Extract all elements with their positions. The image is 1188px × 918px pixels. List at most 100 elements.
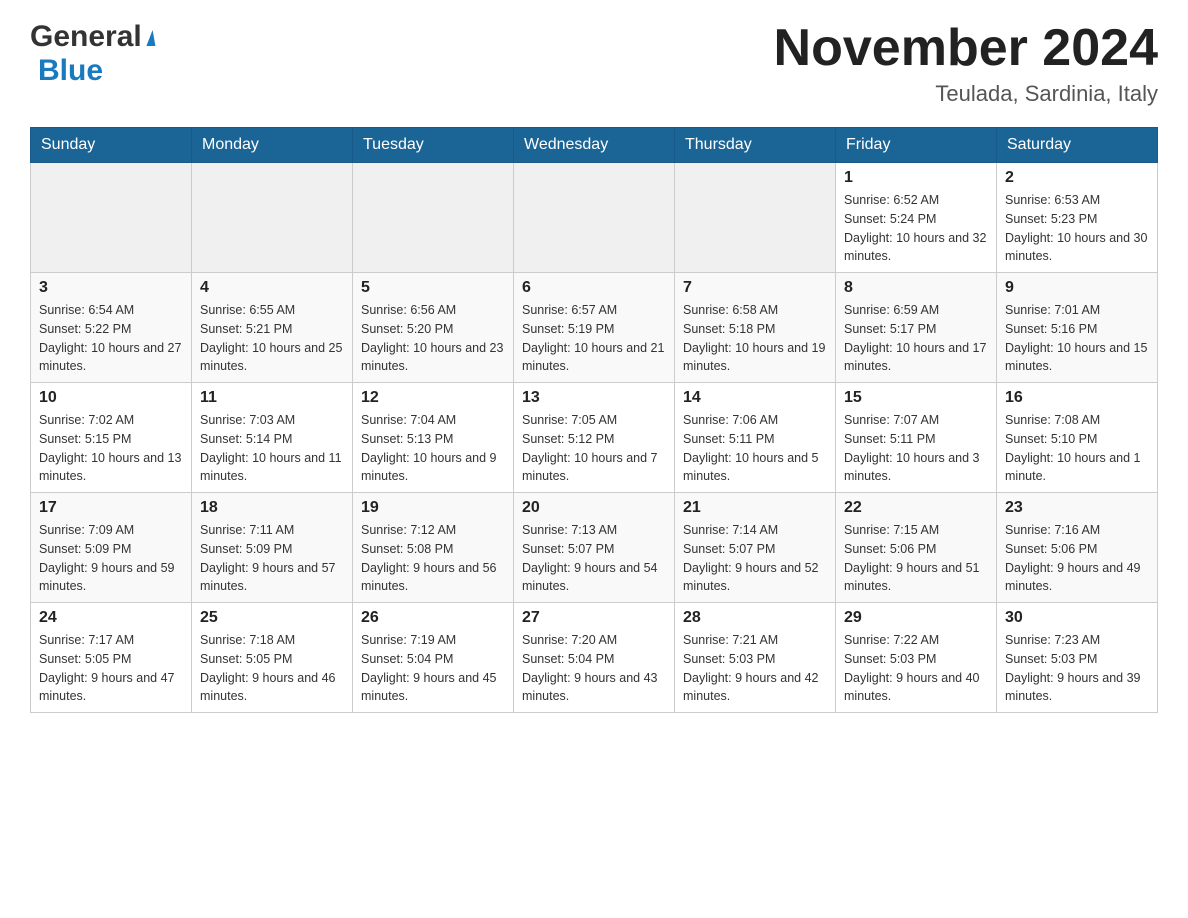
calendar-cell: 11 Sunrise: 7:03 AMSunset: 5:14 PMDayligh… [192, 383, 353, 493]
cell-sun-info: Sunrise: 7:18 AMSunset: 5:05 PMDaylight:… [200, 631, 344, 706]
calendar-cell: 15 Sunrise: 7:07 AMSunset: 5:11 PMDayligh… [836, 383, 997, 493]
calendar-cell [514, 163, 675, 273]
cell-sun-info: Sunrise: 7:20 AMSunset: 5:04 PMDaylight:… [522, 631, 666, 706]
cell-day-number: 1 [844, 169, 988, 187]
cell-day-number: 12 [361, 389, 505, 407]
weekday-header-row: Sunday Monday Tuesday Wednesday Thursday… [31, 128, 1158, 163]
cell-day-number: 30 [1005, 609, 1149, 627]
cell-sun-info: Sunrise: 7:07 AMSunset: 5:11 PMDaylight:… [844, 411, 988, 486]
cell-day-number: 10 [39, 389, 183, 407]
calendar-week-row: 3 Sunrise: 6:54 AMSunset: 5:22 PMDaylight… [31, 273, 1158, 383]
page-header: General Blue November 2024 Teulada, Sard… [30, 20, 1158, 107]
cell-day-number: 6 [522, 279, 666, 297]
cell-day-number: 25 [200, 609, 344, 627]
logo-general-text: General [30, 20, 142, 54]
cell-day-number: 4 [200, 279, 344, 297]
cell-sun-info: Sunrise: 6:57 AMSunset: 5:19 PMDaylight:… [522, 301, 666, 376]
cell-day-number: 22 [844, 499, 988, 517]
calendar-cell: 26Sunrise: 7:19 AMSunset: 5:04 PMDayligh… [353, 603, 514, 713]
cell-sun-info: Sunrise: 6:52 AMSunset: 5:24 PMDaylight:… [844, 191, 988, 266]
cell-day-number: 19 [361, 499, 505, 517]
calendar-cell: 21Sunrise: 7:14 AMSunset: 5:07 PMDayligh… [675, 493, 836, 603]
cell-sun-info: Sunrise: 6:54 AMSunset: 5:22 PMDaylight:… [39, 301, 183, 376]
calendar-cell: 14 Sunrise: 7:06 AMSunset: 5:11 PMDayligh… [675, 383, 836, 493]
calendar-cell: 6 Sunrise: 6:57 AMSunset: 5:19 PMDaylight… [514, 273, 675, 383]
calendar-cell [31, 163, 192, 273]
calendar-week-row: 24Sunrise: 7:17 AMSunset: 5:05 PMDayligh… [31, 603, 1158, 713]
logo-blue-text: Blue [38, 54, 103, 88]
cell-sun-info: Sunrise: 7:08 AMSunset: 5:10 PMDaylight:… [1005, 411, 1149, 486]
calendar-title: November 2024 [774, 20, 1158, 77]
calendar-cell: 27 Sunrise: 7:20 AMSunset: 5:04 PMDayligh… [514, 603, 675, 713]
cell-sun-info: Sunrise: 6:53 AMSunset: 5:23 PMDaylight:… [1005, 191, 1149, 266]
calendar-cell: 13 Sunrise: 7:05 AMSunset: 5:12 PMDayligh… [514, 383, 675, 493]
calendar-cell: 28 Sunrise: 7:21 AMSunset: 5:03 PMDayligh… [675, 603, 836, 713]
calendar-cell: 22 Sunrise: 7:15 AMSunset: 5:06 PMDayligh… [836, 493, 997, 603]
cell-sun-info: Sunrise: 7:15 AMSunset: 5:06 PMDaylight:… [844, 521, 988, 596]
logo-triangle-icon [143, 30, 155, 46]
cell-sun-info: Sunrise: 6:56 AMSunset: 5:20 PMDaylight:… [361, 301, 505, 376]
calendar-cell: 20 Sunrise: 7:13 AMSunset: 5:07 PMDayligh… [514, 493, 675, 603]
logo[interactable]: General Blue [30, 20, 154, 88]
cell-day-number: 7 [683, 279, 827, 297]
calendar-cell: 19 Sunrise: 7:12 AMSunset: 5:08 PMDayligh… [353, 493, 514, 603]
calendar-cell: 18 Sunrise: 7:11 AMSunset: 5:09 PMDayligh… [192, 493, 353, 603]
cell-day-number: 14 [683, 389, 827, 407]
header-friday: Friday [836, 128, 997, 163]
calendar-cell: 1 Sunrise: 6:52 AMSunset: 5:24 PMDaylight… [836, 163, 997, 273]
cell-day-number: 20 [522, 499, 666, 517]
calendar-cell: 4Sunrise: 6:55 AMSunset: 5:21 PMDaylight… [192, 273, 353, 383]
header-sunday: Sunday [31, 128, 192, 163]
header-wednesday: Wednesday [514, 128, 675, 163]
cell-day-number: 28 [683, 609, 827, 627]
cell-day-number: 11 [200, 389, 344, 407]
cell-sun-info: Sunrise: 7:23 AMSunset: 5:03 PMDaylight:… [1005, 631, 1149, 706]
calendar-cell: 5Sunrise: 6:56 AMSunset: 5:20 PMDaylight… [353, 273, 514, 383]
cell-sun-info: Sunrise: 7:03 AMSunset: 5:14 PMDaylight:… [200, 411, 344, 486]
header-saturday: Saturday [997, 128, 1158, 163]
calendar-cell: 8 Sunrise: 6:59 AMSunset: 5:17 PMDaylight… [836, 273, 997, 383]
calendar-cell: 17 Sunrise: 7:09 AMSunset: 5:09 PMDayligh… [31, 493, 192, 603]
cell-day-number: 18 [200, 499, 344, 517]
cell-day-number: 27 [522, 609, 666, 627]
calendar-cell: 25 Sunrise: 7:18 AMSunset: 5:05 PMDayligh… [192, 603, 353, 713]
cell-sun-info: Sunrise: 7:21 AMSunset: 5:03 PMDaylight:… [683, 631, 827, 706]
cell-sun-info: Sunrise: 7:09 AMSunset: 5:09 PMDaylight:… [39, 521, 183, 596]
cell-sun-info: Sunrise: 7:02 AMSunset: 5:15 PMDaylight:… [39, 411, 183, 486]
cell-day-number: 23 [1005, 499, 1149, 517]
cell-day-number: 9 [1005, 279, 1149, 297]
calendar-cell: 12 Sunrise: 7:04 AMSunset: 5:13 PMDayligh… [353, 383, 514, 493]
cell-day-number: 16 [1005, 389, 1149, 407]
calendar-cell: 29Sunrise: 7:22 AMSunset: 5:03 PMDayligh… [836, 603, 997, 713]
cell-sun-info: Sunrise: 6:59 AMSunset: 5:17 PMDaylight:… [844, 301, 988, 376]
cell-day-number: 17 [39, 499, 183, 517]
cell-sun-info: Sunrise: 7:11 AMSunset: 5:09 PMDaylight:… [200, 521, 344, 596]
calendar-week-row: 1 Sunrise: 6:52 AMSunset: 5:24 PMDaylight… [31, 163, 1158, 273]
calendar-cell: 2 Sunrise: 6:53 AMSunset: 5:23 PMDaylight… [997, 163, 1158, 273]
calendar-cell [192, 163, 353, 273]
calendar-table: Sunday Monday Tuesday Wednesday Thursday… [30, 127, 1158, 713]
cell-day-number: 8 [844, 279, 988, 297]
cell-sun-info: Sunrise: 7:19 AMSunset: 5:04 PMDaylight:… [361, 631, 505, 706]
calendar-week-row: 10 Sunrise: 7:02 AMSunset: 5:15 PMDayligh… [31, 383, 1158, 493]
cell-sun-info: Sunrise: 7:04 AMSunset: 5:13 PMDaylight:… [361, 411, 505, 486]
title-section: November 2024 Teulada, Sardinia, Italy [774, 20, 1158, 107]
cell-day-number: 2 [1005, 169, 1149, 187]
cell-day-number: 3 [39, 279, 183, 297]
cell-sun-info: Sunrise: 7:06 AMSunset: 5:11 PMDaylight:… [683, 411, 827, 486]
calendar-cell: 3 Sunrise: 6:54 AMSunset: 5:22 PMDaylight… [31, 273, 192, 383]
cell-day-number: 13 [522, 389, 666, 407]
calendar-cell: 24Sunrise: 7:17 AMSunset: 5:05 PMDayligh… [31, 603, 192, 713]
calendar-cell: 7 Sunrise: 6:58 AMSunset: 5:18 PMDaylight… [675, 273, 836, 383]
cell-day-number: 24 [39, 609, 183, 627]
cell-day-number: 29 [844, 609, 988, 627]
calendar-cell: 9Sunrise: 7:01 AMSunset: 5:16 PMDaylight… [997, 273, 1158, 383]
cell-sun-info: Sunrise: 7:13 AMSunset: 5:07 PMDaylight:… [522, 521, 666, 596]
cell-sun-info: Sunrise: 7:12 AMSunset: 5:08 PMDaylight:… [361, 521, 505, 596]
cell-sun-info: Sunrise: 7:05 AMSunset: 5:12 PMDaylight:… [522, 411, 666, 486]
cell-day-number: 15 [844, 389, 988, 407]
calendar-cell: 16 Sunrise: 7:08 AMSunset: 5:10 PMDayligh… [997, 383, 1158, 493]
cell-sun-info: Sunrise: 6:58 AMSunset: 5:18 PMDaylight:… [683, 301, 827, 376]
header-tuesday: Tuesday [353, 128, 514, 163]
header-monday: Monday [192, 128, 353, 163]
